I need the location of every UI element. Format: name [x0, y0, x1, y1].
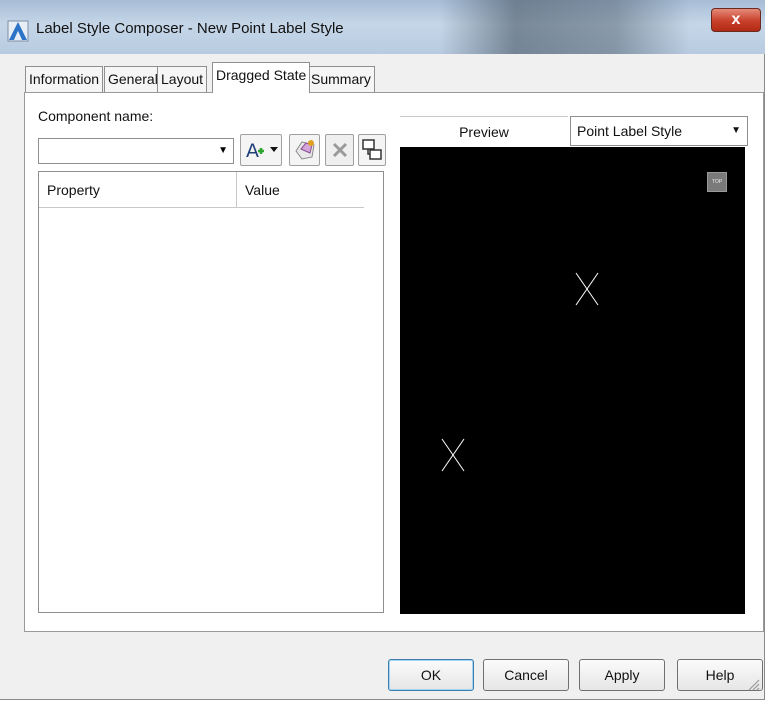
window-title: Label Style Composer - New Point Label S…: [36, 20, 344, 37]
component-name-combo[interactable]: ▼: [38, 138, 234, 164]
ok-button[interactable]: OK: [388, 659, 474, 691]
resize-grip-icon[interactable]: [746, 677, 760, 691]
tab-label: Information: [29, 71, 100, 87]
preview-canvas: [441, 272, 599, 472]
column-header-value[interactable]: Value: [237, 172, 364, 208]
app-icon: [7, 20, 29, 42]
dropdown-arrow-icon: ▼: [731, 125, 741, 136]
create-text-glyph: A: [246, 140, 259, 162]
property-grid[interactable]: Property Value: [38, 171, 384, 613]
point-marker: [575, 272, 599, 306]
component-draw-order-icon: [362, 139, 382, 160]
preview-label: Preview: [400, 116, 568, 146]
close-button[interactable]: x: [711, 8, 761, 32]
create-text-component-button[interactable]: A: [240, 134, 282, 166]
column-header-property[interactable]: Property: [39, 172, 237, 208]
dropdown-arrow-icon: ▼: [218, 145, 228, 156]
delete-component-icon: [332, 142, 347, 158]
copy-component-icon: [294, 140, 315, 160]
grid-header: Property Value: [39, 172, 364, 208]
tab-dragged-state[interactable]: Dragged State: [212, 62, 311, 93]
apply-button[interactable]: Apply: [579, 659, 665, 691]
tab-information[interactable]: Information: [25, 66, 104, 92]
label-anchor-marker: [441, 438, 465, 472]
title-bar-shading: [440, 0, 690, 54]
tab-summary[interactable]: Summary: [307, 66, 375, 92]
tab-label: Summary: [311, 71, 371, 87]
preview-style-select[interactable]: Point Label Style ▼: [570, 116, 748, 146]
close-icon: x: [731, 11, 741, 28]
create-text-component-icon: A: [246, 140, 278, 162]
component-name-label: Component name:: [38, 108, 154, 124]
label-style-composer-dialog: Label Style Composer - New Point Label S…: [0, 0, 765, 700]
tab-label: Layout: [161, 71, 204, 87]
component-draw-order-button[interactable]: [358, 134, 386, 166]
delete-component-button[interactable]: [325, 134, 354, 166]
preview-style-value: Point Label Style: [577, 123, 683, 139]
tab-label: General: [108, 71, 158, 87]
tab-layout[interactable]: Layout: [157, 66, 208, 92]
title-bar[interactable]: Label Style Composer - New Point Label S…: [0, 0, 765, 54]
tab-label: Dragged State: [216, 67, 307, 83]
cancel-button[interactable]: Cancel: [483, 659, 569, 691]
copy-component-button[interactable]: [289, 134, 320, 166]
tab-general[interactable]: General: [104, 66, 162, 92]
preview-viewport[interactable]: TOP: [400, 147, 745, 614]
